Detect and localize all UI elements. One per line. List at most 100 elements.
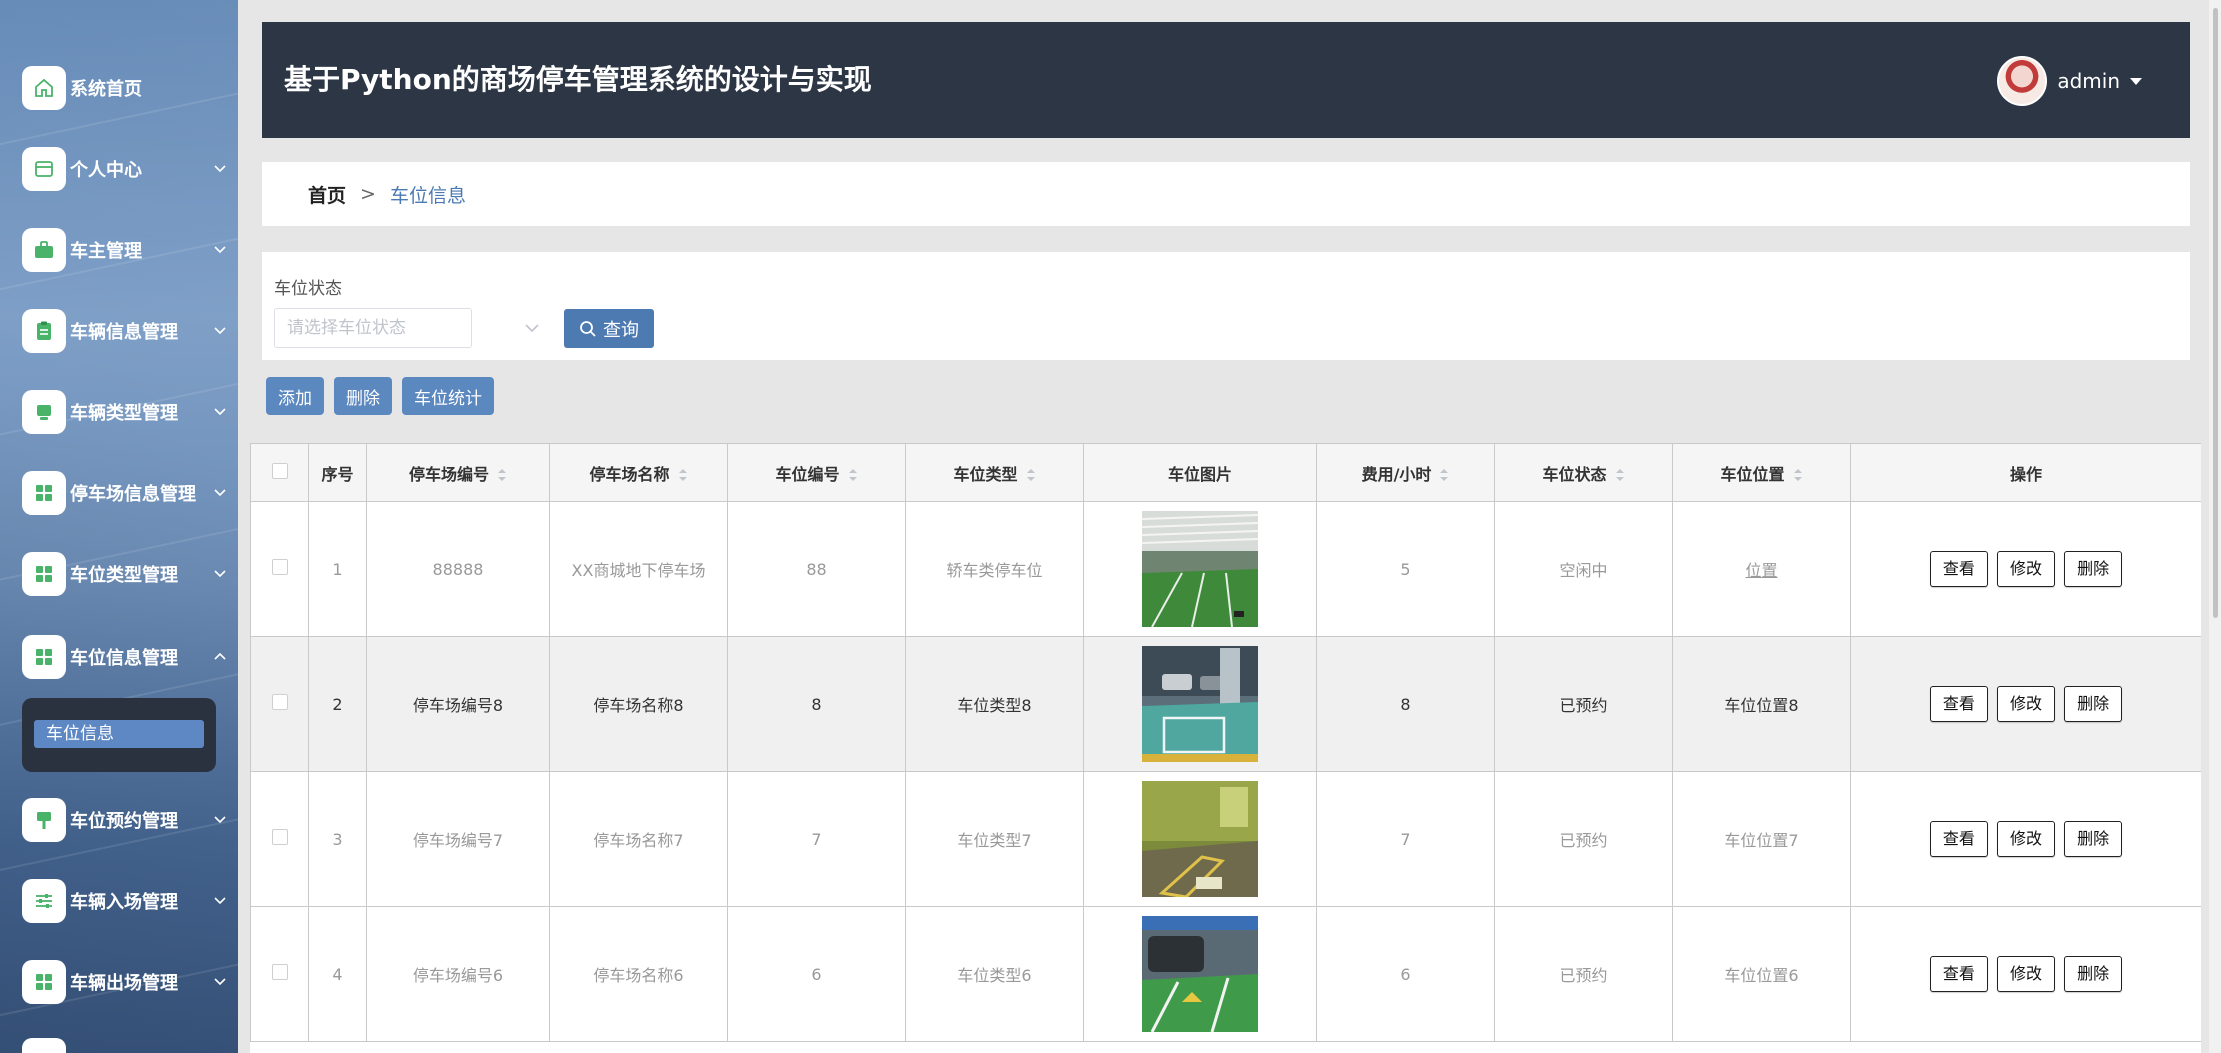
row-checkbox-cell [250,771,309,907]
batch-delete-button[interactable]: 删除 [334,377,392,415]
app-title: 基于Python的商场停车管理系统的设计与实现 [284,63,872,96]
home-icon [22,66,66,110]
chevron-down-icon [214,570,226,578]
sidebar-item-label: 车辆入场管理 [70,892,178,913]
grid-icon [22,960,66,1004]
submenu-item-space-info[interactable]: 车位信息 [34,720,204,748]
sidebar: 系统首页 个人中心 车主管理 车辆信息管理 车辆类型管理 停车场信息管理 车位类… [0,0,238,1053]
delete-button[interactable]: 删除 [2064,551,2123,587]
cell-space-no: 88 [727,501,906,637]
sidebar-item-vehicle-exit[interactable]: 车辆出场管理 [0,952,238,1012]
caret-down-icon[interactable] [2130,77,2142,85]
location-link[interactable]: 位置 [1745,561,1777,580]
chevron-down-icon [214,408,226,416]
row-checkbox-cell [250,636,309,772]
column-header: 操作 [1850,443,2201,502]
table-row: 3 停车场编号7 停车场名称7 7 车位类型7 7 已预约 车位位置7 查看 修… [250,771,2201,907]
cell-space-type: 轿车类停车位 [905,501,1084,637]
row-checkbox[interactable] [271,559,288,575]
cell-image [1083,771,1317,907]
delete-button[interactable]: 删除 [2064,821,2123,857]
cell-index: 3 [308,771,367,907]
parking-space-image[interactable] [1142,511,1258,627]
breadcrumb-home[interactable]: 首页 [308,181,346,208]
sidebar-item-personal-center[interactable]: 个人中心 [0,139,238,199]
add-button[interactable]: 添加 [266,377,324,415]
scrollbar-thumb[interactable] [2213,8,2218,618]
sidebar-item-label: 车辆信息管理 [70,322,178,343]
edit-button[interactable]: 修改 [1997,686,2055,722]
row-checkbox[interactable] [271,964,288,980]
parking-space-image[interactable] [1142,781,1258,897]
chevron-down-icon [214,816,226,824]
table-row: 4 停车场编号6 停车场名称6 6 车位类型6 6 已预约 车位位置6 查看 修… [250,906,2201,1042]
cell-lot-name: XX商城地下停车场 [549,501,728,637]
sidebar-item-home[interactable]: 系统首页 [0,58,238,118]
sidebar-item-more[interactable] [0,1030,238,1053]
avatar[interactable] [1997,56,2048,106]
sort-icon[interactable] [1026,468,1036,482]
cell-space-no: 6 [727,906,906,1042]
sidebar-item-label: 系统首页 [70,79,142,100]
cell-space-no: 7 [727,771,906,907]
column-header[interactable]: 车位编号 [727,443,906,502]
sign-icon [22,798,66,842]
sidebar-item-space-info[interactable]: 车位信息管理 [0,627,238,687]
sidebar-item-reservation[interactable]: 车位预约管理 [0,790,238,850]
view-button[interactable]: 查看 [1929,821,1988,857]
sort-icon[interactable] [497,468,507,482]
username[interactable]: admin [2057,69,2120,93]
sort-icon[interactable] [1793,468,1803,482]
chevron-down-icon [214,327,226,335]
query-button[interactable]: 查询 [564,309,654,348]
cell-fee: 7 [1316,771,1495,907]
sliders-icon [22,879,66,923]
sidebar-item-vehicle-info[interactable]: 车辆信息管理 [0,301,238,361]
column-header[interactable]: 停车场名称 [549,443,728,502]
cell-lot-no: 88888 [366,501,550,637]
briefcase-icon [22,228,66,272]
row-checkbox[interactable] [271,694,288,710]
sort-icon[interactable] [1615,468,1625,482]
column-header[interactable]: 车位位置 [1672,443,1851,502]
chevron-down-icon [214,897,226,905]
sidebar-item-parking-lot-info[interactable]: 停车场信息管理 [0,463,238,523]
view-button[interactable]: 查看 [1929,686,1988,722]
column-header[interactable]: 车位类型 [905,443,1084,502]
cell-fee: 6 [1316,906,1495,1042]
chevron-down-icon [214,489,226,497]
sidebar-item-space-type[interactable]: 车位类型管理 [0,544,238,604]
delete-button[interactable]: 删除 [2064,956,2123,992]
status-select[interactable]: 请选择车位状态 [274,308,472,348]
edit-button[interactable]: 修改 [1997,821,2055,857]
sidebar-item-vehicle-entry[interactable]: 车辆入场管理 [0,871,238,931]
grid-icon [22,1038,66,1053]
table-header-row: 序号 停车场编号 停车场名称 车位编号 车位类型 车位图片 费用/小时 车位状态… [250,443,2201,502]
row-checkbox[interactable] [271,829,288,845]
cell-lot-name: 停车场名称8 [549,636,728,772]
cell-index: 2 [308,636,367,772]
column-header[interactable]: 停车场编号 [366,443,550,502]
parking-space-image[interactable] [1142,646,1258,762]
grid-icon [22,552,66,596]
cell-space-type: 车位类型8 [905,636,1084,772]
view-button[interactable]: 查看 [1929,551,1988,587]
select-all-checkbox[interactable] [271,462,288,479]
parking-space-image[interactable] [1142,916,1258,1032]
column-header[interactable]: 车位状态 [1494,443,1673,502]
chevron-down-icon [214,246,226,254]
sort-icon[interactable] [678,468,688,482]
breadcrumb: 首页 > 车位信息 [262,162,2190,226]
space-stats-button[interactable]: 车位统计 [402,377,494,415]
sidebar-item-owner-management[interactable]: 车主管理 [0,220,238,280]
view-button[interactable]: 查看 [1929,956,1988,992]
column-header[interactable]: 费用/小时 [1316,443,1495,502]
edit-button[interactable]: 修改 [1997,956,2055,992]
user-menu[interactable]: admin [1997,56,2142,106]
edit-button[interactable]: 修改 [1997,551,2055,587]
sidebar-item-vehicle-type[interactable]: 车辆类型管理 [0,382,238,442]
delete-button[interactable]: 删除 [2064,686,2123,722]
sort-icon[interactable] [1439,468,1449,482]
chevron-down-icon[interactable] [524,322,540,334]
sort-icon[interactable] [848,468,858,482]
